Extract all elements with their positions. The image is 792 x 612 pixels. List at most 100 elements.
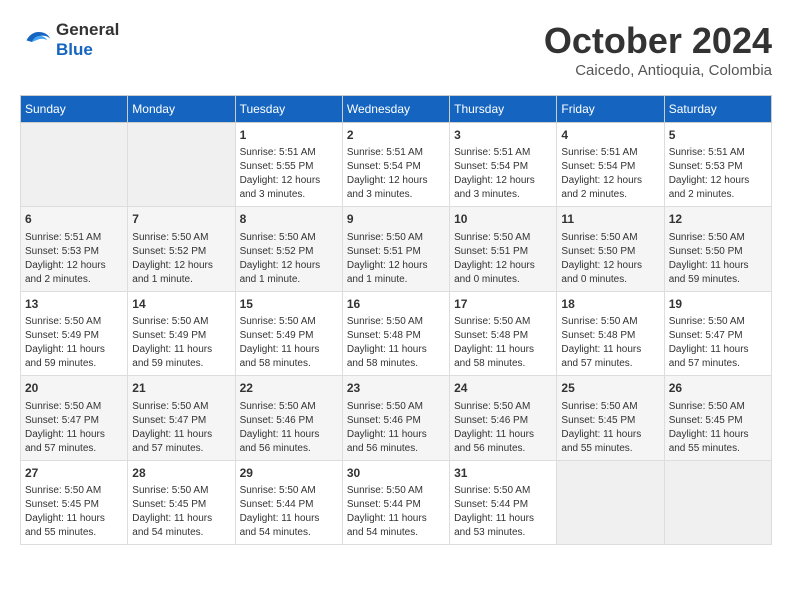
day-number: 25 <box>561 380 659 397</box>
day-info: Sunrise: 5:51 AM Sunset: 5:54 PM Dayligh… <box>347 146 445 202</box>
logo: General Blue <box>20 20 119 60</box>
location-subtitle: Caicedo, Antioquia, Colombia <box>544 62 772 79</box>
day-info: Sunrise: 5:50 AM Sunset: 5:44 PM Dayligh… <box>454 484 552 540</box>
calendar-week-row: 1 Sunrise: 5:51 AM Sunset: 5:55 PM Daylig… <box>21 123 772 207</box>
calendar-day-cell <box>128 123 235 207</box>
calendar-day-cell: 23 Sunrise: 5:50 AM Sunset: 5:46 PM Dayli… <box>342 376 449 460</box>
calendar-week-row: 20 Sunrise: 5:50 AM Sunset: 5:47 PM Dayli… <box>21 376 772 460</box>
calendar-table: SundayMondayTuesdayWednesdayThursdayFrid… <box>20 95 772 545</box>
day-info: Sunrise: 5:51 AM Sunset: 5:54 PM Dayligh… <box>561 146 659 202</box>
day-info: Sunrise: 5:50 AM Sunset: 5:51 PM Dayligh… <box>454 231 552 287</box>
calendar-week-row: 13Sunrise: 5:50 AM Sunset: 5:49 PM Dayli… <box>21 291 772 375</box>
day-info: Sunrise: 5:50 AM Sunset: 5:49 PM Dayligh… <box>240 315 338 371</box>
day-info: Sunrise: 5:50 AM Sunset: 5:48 PM Dayligh… <box>561 315 659 371</box>
day-info: Sunrise: 5:50 AM Sunset: 5:45 PM Dayligh… <box>25 484 123 540</box>
day-number: 1 <box>240 127 338 144</box>
day-number: 20 <box>25 380 123 397</box>
day-info: Sunrise: 5:50 AM Sunset: 5:45 PM Dayligh… <box>561 400 659 456</box>
day-number: 3 <box>454 127 552 144</box>
day-number: 9 <box>347 211 445 228</box>
calendar-day-cell: 9 Sunrise: 5:50 AM Sunset: 5:51 PM Daylig… <box>342 207 449 291</box>
day-number: 24 <box>454 380 552 397</box>
calendar-day-cell: 22Sunrise: 5:50 AM Sunset: 5:46 PM Dayli… <box>235 376 342 460</box>
day-number: 12 <box>669 211 767 228</box>
day-number: 27 <box>25 465 123 482</box>
day-info: Sunrise: 5:50 AM Sunset: 5:50 PM Dayligh… <box>669 231 767 287</box>
calendar-day-cell <box>21 123 128 207</box>
day-number: 16 <box>347 296 445 313</box>
day-info: Sunrise: 5:50 AM Sunset: 5:47 PM Dayligh… <box>669 315 767 371</box>
day-number: 17 <box>454 296 552 313</box>
day-info: Sunrise: 5:51 AM Sunset: 5:55 PM Dayligh… <box>240 146 338 202</box>
day-number: 10 <box>454 211 552 228</box>
calendar-day-cell: 8Sunrise: 5:50 AM Sunset: 5:52 PM Daylig… <box>235 207 342 291</box>
calendar-day-cell: 11Sunrise: 5:50 AM Sunset: 5:50 PM Dayli… <box>557 207 664 291</box>
calendar-day-cell: 26 Sunrise: 5:50 AM Sunset: 5:45 PM Dayli… <box>664 376 771 460</box>
calendar-day-cell: 27 Sunrise: 5:50 AM Sunset: 5:45 PM Dayli… <box>21 460 128 544</box>
calendar-day-cell: 24Sunrise: 5:50 AM Sunset: 5:46 PM Dayli… <box>450 376 557 460</box>
weekday-header-cell: Thursday <box>450 96 557 123</box>
day-info: Sunrise: 5:50 AM Sunset: 5:52 PM Dayligh… <box>240 231 338 287</box>
day-info: Sunrise: 5:50 AM Sunset: 5:49 PM Dayligh… <box>25 315 123 371</box>
day-info: Sunrise: 5:50 AM Sunset: 5:46 PM Dayligh… <box>347 400 445 456</box>
calendar-day-cell: 10 Sunrise: 5:50 AM Sunset: 5:51 PM Dayli… <box>450 207 557 291</box>
day-info: Sunrise: 5:50 AM Sunset: 5:45 PM Dayligh… <box>132 484 230 540</box>
weekday-header-cell: Monday <box>128 96 235 123</box>
calendar-day-cell: 6 Sunrise: 5:51 AM Sunset: 5:53 PM Daylig… <box>21 207 128 291</box>
weekday-header-cell: Wednesday <box>342 96 449 123</box>
day-number: 4 <box>561 127 659 144</box>
day-number: 5 <box>669 127 767 144</box>
month-title: October 2024 <box>544 20 772 62</box>
day-info: Sunrise: 5:50 AM Sunset: 5:52 PM Dayligh… <box>132 231 230 287</box>
day-info: Sunrise: 5:50 AM Sunset: 5:48 PM Dayligh… <box>454 315 552 371</box>
day-info: Sunrise: 5:50 AM Sunset: 5:45 PM Dayligh… <box>669 400 767 456</box>
day-number: 23 <box>347 380 445 397</box>
calendar-day-cell <box>557 460 664 544</box>
calendar-day-cell: 30Sunrise: 5:50 AM Sunset: 5:44 PM Dayli… <box>342 460 449 544</box>
calendar-day-cell: 15 Sunrise: 5:50 AM Sunset: 5:49 PM Dayli… <box>235 291 342 375</box>
day-info: Sunrise: 5:51 AM Sunset: 5:54 PM Dayligh… <box>454 146 552 202</box>
calendar-day-cell: 20Sunrise: 5:50 AM Sunset: 5:47 PM Dayli… <box>21 376 128 460</box>
calendar-day-cell: 19 Sunrise: 5:50 AM Sunset: 5:47 PM Dayli… <box>664 291 771 375</box>
calendar-week-row: 27 Sunrise: 5:50 AM Sunset: 5:45 PM Dayli… <box>21 460 772 544</box>
calendar-day-cell: 28 Sunrise: 5:50 AM Sunset: 5:45 PM Dayli… <box>128 460 235 544</box>
calendar-body: 1 Sunrise: 5:51 AM Sunset: 5:55 PM Daylig… <box>21 123 772 545</box>
day-info: Sunrise: 5:50 AM Sunset: 5:44 PM Dayligh… <box>240 484 338 540</box>
day-number: 2 <box>347 127 445 144</box>
day-info: Sunrise: 5:51 AM Sunset: 5:53 PM Dayligh… <box>25 231 123 287</box>
calendar-day-cell: 31 Sunrise: 5:50 AM Sunset: 5:44 PM Dayli… <box>450 460 557 544</box>
weekday-header-cell: Tuesday <box>235 96 342 123</box>
day-info: Sunrise: 5:50 AM Sunset: 5:51 PM Dayligh… <box>347 231 445 287</box>
calendar-day-cell: 3 Sunrise: 5:51 AM Sunset: 5:54 PM Daylig… <box>450 123 557 207</box>
title-block: October 2024 Caicedo, Antioquia, Colombi… <box>544 20 772 79</box>
day-number: 26 <box>669 380 767 397</box>
calendar-day-cell: 17 Sunrise: 5:50 AM Sunset: 5:48 PM Dayli… <box>450 291 557 375</box>
calendar-day-cell: 5 Sunrise: 5:51 AM Sunset: 5:53 PM Daylig… <box>664 123 771 207</box>
day-number: 18 <box>561 296 659 313</box>
calendar-day-cell: 29 Sunrise: 5:50 AM Sunset: 5:44 PM Dayli… <box>235 460 342 544</box>
logo-icon <box>20 26 52 54</box>
day-info: Sunrise: 5:50 AM Sunset: 5:46 PM Dayligh… <box>240 400 338 456</box>
logo-text: General Blue <box>56 20 119 60</box>
calendar-day-cell: 2 Sunrise: 5:51 AM Sunset: 5:54 PM Daylig… <box>342 123 449 207</box>
day-info: Sunrise: 5:50 AM Sunset: 5:47 PM Dayligh… <box>132 400 230 456</box>
day-info: Sunrise: 5:51 AM Sunset: 5:53 PM Dayligh… <box>669 146 767 202</box>
calendar-day-cell: 18 Sunrise: 5:50 AM Sunset: 5:48 PM Dayli… <box>557 291 664 375</box>
day-number: 29 <box>240 465 338 482</box>
calendar-day-cell: 1 Sunrise: 5:51 AM Sunset: 5:55 PM Daylig… <box>235 123 342 207</box>
calendar-day-cell: 12 Sunrise: 5:50 AM Sunset: 5:50 PM Dayli… <box>664 207 771 291</box>
day-number: 30 <box>347 465 445 482</box>
day-number: 15 <box>240 296 338 313</box>
calendar-day-cell: 25 Sunrise: 5:50 AM Sunset: 5:45 PM Dayli… <box>557 376 664 460</box>
calendar-header-row: SundayMondayTuesdayWednesdayThursdayFrid… <box>21 96 772 123</box>
day-number: 19 <box>669 296 767 313</box>
day-info: Sunrise: 5:50 AM Sunset: 5:50 PM Dayligh… <box>561 231 659 287</box>
day-number: 7 <box>132 211 230 228</box>
page-header: General Blue October 2024 Caicedo, Antio… <box>20 20 772 79</box>
weekday-header-cell: Saturday <box>664 96 771 123</box>
day-number: 28 <box>132 465 230 482</box>
day-number: 21 <box>132 380 230 397</box>
calendar-day-cell: 14Sunrise: 5:50 AM Sunset: 5:49 PM Dayli… <box>128 291 235 375</box>
day-number: 6 <box>25 211 123 228</box>
day-number: 31 <box>454 465 552 482</box>
